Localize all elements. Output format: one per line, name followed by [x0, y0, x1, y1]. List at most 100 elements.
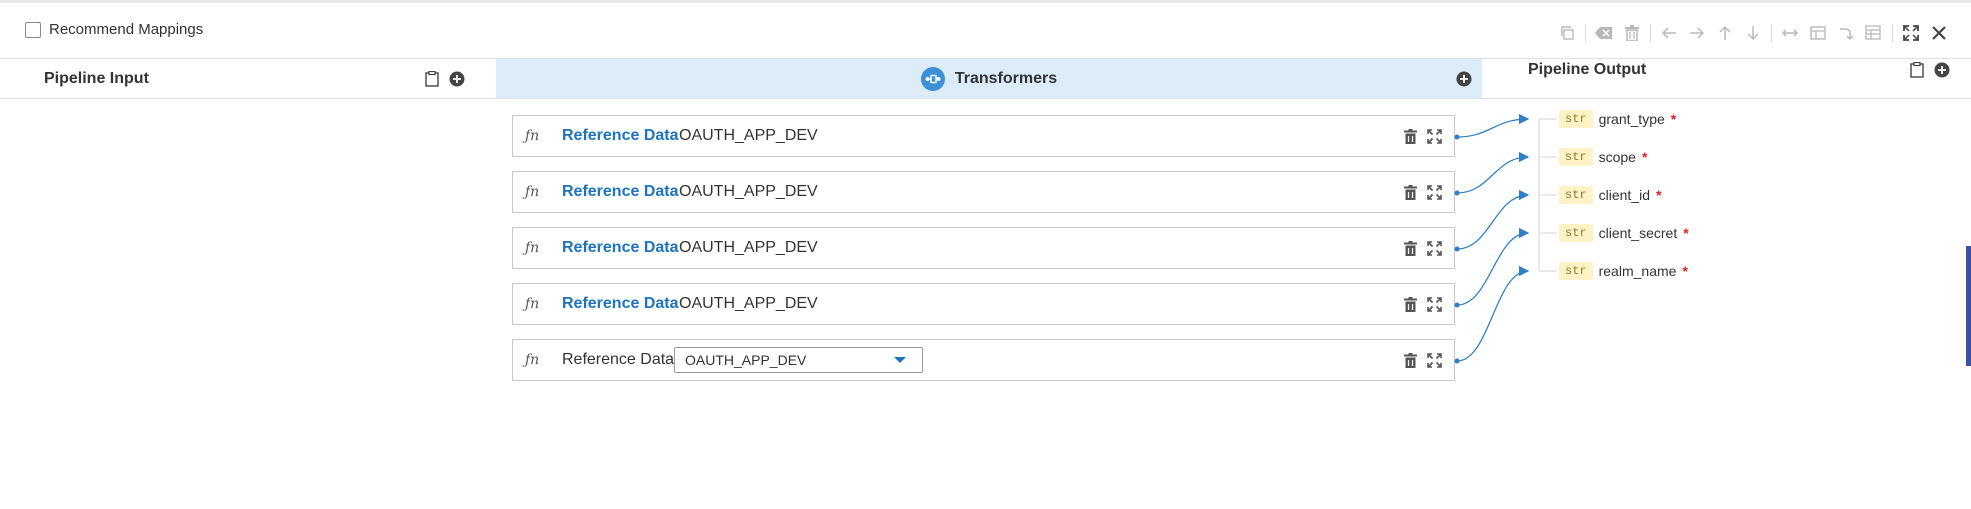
mapping-toolbar: Recommend Mappings — [0, 3, 1971, 58]
mapping-header: Pipeline Input Transformers Pipeline Out… — [0, 58, 1971, 99]
function-icon: ƒn — [525, 240, 540, 256]
delete-icon[interactable] — [1404, 184, 1417, 200]
panel-icon[interactable] — [1804, 21, 1832, 45]
transformer-row[interactable]: ƒn Reference Data OAUTH_APP_DEV — [512, 115, 1455, 157]
add-circle-icon[interactable] — [449, 71, 465, 87]
function-icon: ƒn — [525, 352, 540, 368]
expand-icon[interactable] — [1427, 184, 1442, 200]
expand-icon[interactable] — [1427, 128, 1442, 144]
delete-icon[interactable] — [1404, 240, 1417, 256]
add-circle-icon[interactable] — [1934, 62, 1950, 78]
transformer-row-editing[interactable]: ƒn Reference Data OAUTH_APP_DEV — [512, 339, 1455, 381]
pipeline-output-column: Pipeline Output — [1482, 59, 1971, 81]
transformer-value: OAUTH_APP_DEV — [679, 127, 818, 144]
required-marker: * — [1670, 111, 1677, 127]
pipeline-output-title: Pipeline Output — [1528, 61, 1647, 78]
transformer-row[interactable]: ƒn Reference Data OAUTH_APP_DEV — [512, 171, 1455, 213]
toolbar-divider — [1585, 24, 1586, 42]
delete-icon[interactable] — [1404, 296, 1417, 312]
transformer-row-actions — [1404, 184, 1442, 200]
pipeline-output-actions — [1910, 62, 1950, 78]
arrow-left-icon[interactable] — [1655, 21, 1683, 45]
transformer-list: ƒn Reference Data OAUTH_APP_DEV ƒn Refer… — [512, 115, 1455, 395]
expand-horizontal-icon[interactable] — [1776, 21, 1804, 45]
fullscreen-icon[interactable] — [1897, 21, 1925, 45]
recommend-mappings[interactable]: Recommend Mappings — [25, 21, 203, 38]
transformer-type-link[interactable]: Reference Data — [562, 183, 679, 201]
transformer-icon — [920, 66, 945, 91]
close-icon[interactable] — [1925, 21, 1953, 45]
arrow-right-icon[interactable] — [1683, 21, 1711, 45]
transformer-value: OAUTH_APP_DEV — [679, 183, 818, 200]
toolbar-divider — [1892, 24, 1893, 42]
transformers-heading: Transformers — [920, 66, 1058, 91]
transformer-value: OAUTH_APP_DEV — [679, 295, 818, 312]
transformer-type-label: Reference Data — [562, 351, 675, 368]
delete-icon[interactable] — [1404, 128, 1417, 144]
clipboard-icon[interactable] — [425, 70, 439, 87]
pipeline-input-column: Pipeline Input — [0, 59, 496, 98]
required-marker: * — [1682, 263, 1688, 279]
recommend-mappings-label: Recommend Mappings — [49, 21, 204, 38]
output-field[interactable]: str client_secret * — [1559, 222, 1689, 244]
type-badge: str — [1559, 186, 1593, 204]
delete-icon[interactable] — [1618, 21, 1646, 45]
scrollbar-thumb[interactable] — [1966, 246, 1971, 366]
function-icon: ƒn — [525, 184, 540, 200]
function-icon: ƒn — [525, 296, 540, 312]
link-handle — [1454, 190, 1460, 196]
toolbar-actions — [1553, 21, 1953, 45]
add-transformer-icon[interactable] — [1456, 71, 1472, 87]
copy-icon[interactable] — [1553, 21, 1581, 45]
arrow-down-icon[interactable] — [1739, 21, 1767, 45]
expand-icon[interactable] — [1427, 296, 1442, 312]
output-field[interactable]: str grant_type * — [1559, 108, 1676, 130]
link-handle — [1454, 302, 1460, 308]
transformer-row[interactable]: ƒn Reference Data OAUTH_APP_DEV — [512, 283, 1455, 325]
link-handle — [1454, 134, 1460, 140]
output-field[interactable]: str realm_name * — [1559, 260, 1688, 282]
expand-icon[interactable] — [1427, 240, 1442, 256]
link-handle — [1454, 358, 1460, 364]
transformer-row[interactable]: ƒn Reference Data OAUTH_APP_DEV — [512, 227, 1455, 269]
caret-down-icon — [894, 357, 906, 363]
transformer-type-link[interactable]: Reference Data — [562, 295, 679, 313]
recommend-mappings-checkbox[interactable] — [25, 21, 41, 38]
transformer-value: OAUTH_APP_DEV — [679, 239, 818, 256]
arrow-up-icon[interactable] — [1711, 21, 1739, 45]
transformer-row-actions — [1404, 240, 1442, 256]
output-field[interactable]: str client_id * — [1559, 184, 1661, 206]
mapping-link — [1456, 151, 1530, 194]
pipeline-input-title: Pipeline Input — [44, 69, 149, 87]
clear-icon[interactable] — [1590, 21, 1618, 45]
clipboard-icon[interactable] — [1910, 62, 1924, 78]
transformer-row-actions — [1404, 296, 1442, 312]
output-tree-line — [1538, 118, 1557, 272]
link-handle — [1454, 246, 1460, 252]
transformers-column: Transformers — [496, 59, 1482, 98]
type-badge: str — [1559, 262, 1593, 280]
reference-data-select-value: OAUTH_APP_DEV — [685, 352, 807, 368]
transformers-title: Transformers — [954, 69, 1058, 87]
table-icon[interactable] — [1860, 21, 1888, 45]
transformers-actions — [1456, 71, 1472, 87]
transformer-row-actions — [1404, 352, 1442, 368]
type-badge: str — [1559, 148, 1593, 166]
type-badge: str — [1559, 110, 1593, 128]
expand-icon[interactable] — [1427, 352, 1442, 368]
mapping-link — [1456, 113, 1530, 138]
delete-icon[interactable] — [1404, 352, 1417, 368]
toolbar-divider — [1771, 24, 1772, 42]
reference-data-select[interactable]: OAUTH_APP_DEV — [674, 347, 923, 373]
output-field-name: scope — [1598, 149, 1636, 165]
redirect-icon[interactable] — [1832, 21, 1860, 45]
output-field[interactable]: str scope * — [1559, 146, 1647, 168]
transformer-type-link[interactable]: Reference Data — [562, 127, 679, 145]
required-marker: * — [1683, 225, 1689, 241]
transformer-type-link[interactable]: Reference Data — [562, 239, 679, 257]
transformer-row-actions — [1404, 128, 1442, 144]
mapping-link — [1456, 227, 1530, 306]
required-marker: * — [1655, 187, 1662, 203]
type-badge: str — [1559, 224, 1593, 242]
output-field-name: client_secret — [1598, 225, 1678, 241]
